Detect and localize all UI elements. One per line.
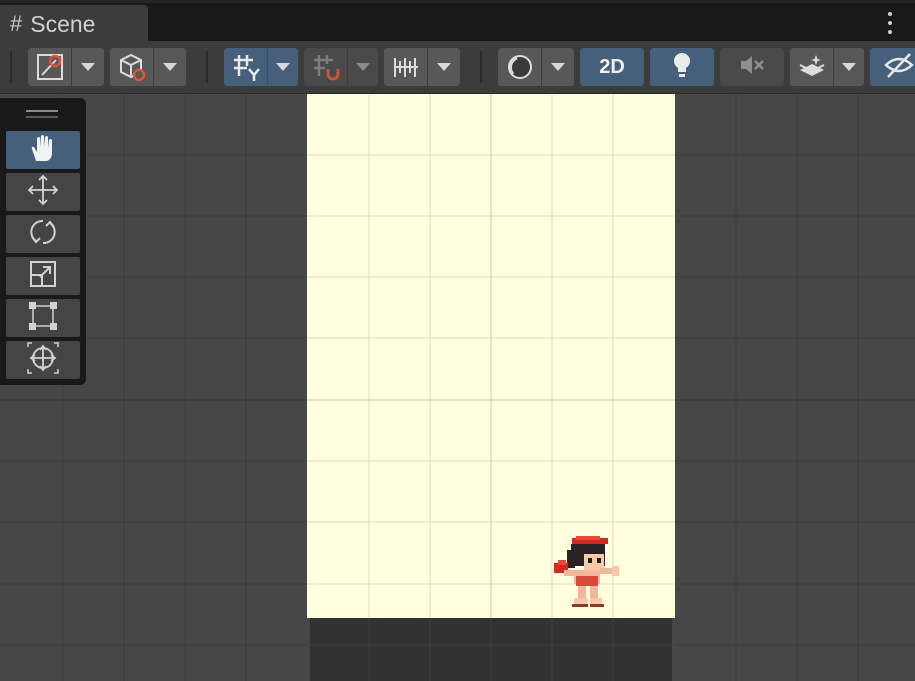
rotate-tool-button[interactable] bbox=[6, 215, 80, 253]
draw-mode-caret[interactable] bbox=[71, 48, 104, 86]
tab-scene-label: Scene bbox=[30, 10, 96, 37]
scene-canvas[interactable] bbox=[0, 94, 915, 681]
audio-toggle[interactable] bbox=[720, 48, 784, 86]
hand-icon bbox=[28, 133, 58, 168]
scene-visibility-toggle[interactable] bbox=[870, 48, 915, 86]
toolbar-grip[interactable] bbox=[480, 51, 482, 83]
rect-transform-icon bbox=[27, 300, 59, 337]
ruler-caret[interactable] bbox=[427, 48, 460, 86]
tools-overlay bbox=[0, 98, 86, 385]
hand-tool-button[interactable] bbox=[6, 131, 80, 169]
scene-viewport[interactable] bbox=[0, 94, 915, 681]
lighting-toggle[interactable] bbox=[650, 48, 714, 86]
move-tool-button[interactable] bbox=[6, 173, 80, 211]
gizmo-cube-icon bbox=[110, 48, 153, 86]
lighting-bulb-icon bbox=[669, 50, 695, 85]
increment-snap-caret[interactable] bbox=[347, 48, 378, 86]
scene-hash-icon: # bbox=[10, 11, 23, 36]
effects-icon bbox=[790, 48, 833, 86]
grid-snap-toggle[interactable] bbox=[224, 48, 298, 86]
scene-visibility-icon bbox=[884, 51, 915, 84]
transform-icon bbox=[26, 341, 60, 380]
draw-mode-icon bbox=[28, 48, 71, 86]
overlay-drag-handle[interactable] bbox=[26, 116, 58, 118]
move-arrows-icon bbox=[26, 173, 60, 212]
gizmo-dropdown[interactable] bbox=[110, 48, 186, 86]
toolbar-grip[interactable] bbox=[10, 51, 12, 83]
scene-toolbar: 2D bbox=[0, 41, 915, 94]
draw-mode-dropdown[interactable] bbox=[28, 48, 104, 86]
scale-icon bbox=[28, 259, 58, 294]
more-options-icon[interactable] bbox=[887, 12, 893, 34]
shading-mode-dropdown[interactable] bbox=[498, 48, 574, 86]
overlay-drag-handle[interactable] bbox=[26, 110, 58, 112]
gizmo-caret[interactable] bbox=[153, 48, 186, 86]
effects-dropdown[interactable] bbox=[790, 48, 864, 86]
toggle-2d-button[interactable]: 2D bbox=[580, 48, 644, 86]
tab-scene[interactable]: # Scene bbox=[0, 5, 148, 43]
rotate-icon bbox=[27, 216, 59, 253]
scale-tool-button[interactable] bbox=[6, 257, 80, 295]
window-tab-bar: # Scene bbox=[0, 0, 915, 43]
toolbar-grip[interactable] bbox=[206, 51, 208, 83]
toggle-2d-label: 2D bbox=[599, 55, 625, 78]
grid-snap-caret[interactable] bbox=[267, 48, 298, 86]
ruler-dropdown[interactable] bbox=[384, 48, 460, 86]
transform-tool-button[interactable] bbox=[6, 341, 80, 379]
effects-caret[interactable] bbox=[833, 48, 864, 86]
shading-caret[interactable] bbox=[541, 48, 574, 86]
audio-mute-icon bbox=[738, 52, 766, 83]
increment-snap-dropdown[interactable] bbox=[304, 48, 378, 86]
increment-snap-icon bbox=[304, 48, 347, 86]
rect-tool-button[interactable] bbox=[6, 299, 80, 337]
shading-sphere-icon bbox=[498, 48, 541, 86]
ruler-icon bbox=[384, 48, 427, 86]
grid-snap-icon bbox=[224, 48, 267, 86]
